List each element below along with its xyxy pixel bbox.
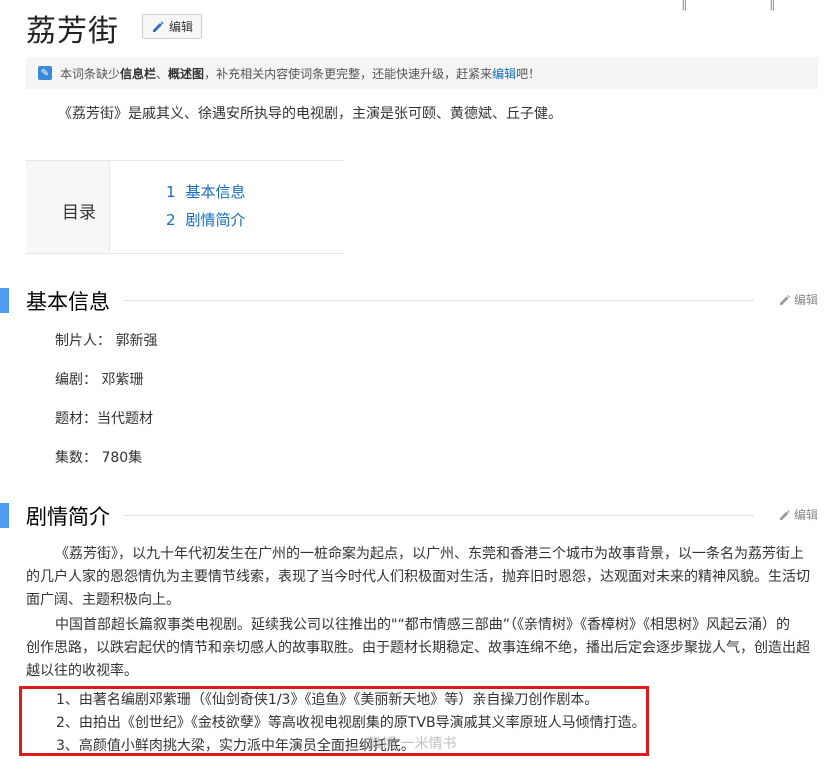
- plot-p2-line: 创作思路，以跌宕起伏的情节和亲切感人的故事取胜。由于题材长期稳定、故事连绵不绝，…: [26, 640, 810, 656]
- section-marker: [0, 503, 9, 528]
- section-edit-label: 编辑: [793, 508, 818, 522]
- highlight-line-3: 3、高颜值小鲜肉挑大梁，实力派中年演员全面担纲托底。: [56, 738, 415, 754]
- toc-item-label: 基本信息: [185, 183, 246, 201]
- plot-paragraph-2: 中国首部超长篇叙事类电视剧。延续我公司以往推出的"“都市情感三部曲”（《亲情树》…: [26, 614, 816, 683]
- plot-p2-line: 越以往的收视率。: [26, 663, 138, 679]
- watermark: 微博 一米情书: [368, 736, 457, 752]
- highlight-line-1: 1、由著名编剧邓紫珊（《仙剑奇侠1/3》《追鱼》《美丽新天地》等）亲自操刀创作剧…: [56, 692, 599, 708]
- info-producer: 制片人： 郭新强: [55, 333, 158, 349]
- section-marker: [0, 288, 9, 313]
- plot-p2-line: 中国首部超长篇叙事类电视剧。延续我公司以往推出的"“都市情感三部曲”（《亲情树》…: [55, 617, 790, 633]
- section-title-basic-info: 基本信息: [26, 290, 110, 314]
- toc-item-num: 1: [166, 183, 176, 201]
- section-edit-label: 编辑: [793, 293, 818, 307]
- notice-missing-infobox: 信息栏: [120, 66, 157, 81]
- page-title: 荔芳街: [26, 14, 119, 49]
- notice-middle: ，补充相关内容使词条更完整，还能快速升级，赶紧来: [204, 66, 493, 81]
- section-divider: [124, 515, 754, 516]
- info-genre: 题材：当代题材: [55, 411, 153, 427]
- pencil-icon: [152, 20, 164, 32]
- plot-p1-line: 的几户人家的恩怨情仇为主要情节线索，表现了当今时代人们积极面对生活，抛弃旧时恩怨…: [26, 569, 810, 585]
- toc-item-label: 剧情简介: [185, 211, 246, 229]
- top-toolbar-fragment: ⌒ ‖: [664, 0, 688, 11]
- pencil-icon: [779, 294, 790, 305]
- info-episodes: 集数： 780集: [55, 450, 143, 466]
- plot-p1-line: 面广阔、主题积极向上。: [26, 592, 180, 608]
- edit-button-label: 编辑: [168, 20, 193, 34]
- plot-paragraph-1: 《荔芳街》，以九十年代初发生在广州的一桩命案为起点，以广州、东莞和香港三个城市为…: [26, 543, 816, 612]
- notice-suffix: 吧！: [516, 66, 541, 81]
- info-writer: 编剧： 邓紫珊: [55, 372, 144, 388]
- edit-notice-icon: ✎: [38, 66, 52, 80]
- notice-sep: 、: [156, 66, 169, 81]
- top-toolbar-fragment-2: ⌒ ‖: [752, 0, 776, 11]
- toc-item-num: 2: [166, 211, 176, 229]
- section-title-plot: 剧情简介: [26, 505, 110, 529]
- section-edit-plot[interactable]: 编辑: [779, 506, 818, 523]
- toc-item-plot[interactable]: 2 剧情简介: [166, 209, 246, 230]
- toc-label-box: 目录: [26, 161, 110, 253]
- section-divider: [124, 300, 754, 301]
- highlight-line-2: 2、由拍出《创世纪》《金枝欲孽》等高收视电视剧集的原TVB导演戚其义率原班人马倾…: [56, 715, 646, 731]
- plot-p1-line: 《荔芳街》，以九十年代初发生在广州的一桩命案为起点，以广州、东莞和香港三个城市为…: [55, 546, 804, 562]
- section-edit-basic-info[interactable]: 编辑: [779, 291, 818, 308]
- toc-label: 目录: [62, 203, 96, 223]
- edit-button[interactable]: 编辑: [142, 14, 202, 39]
- toc-item-basic-info[interactable]: 1 基本信息: [166, 181, 246, 202]
- notice-bar: ✎ 本词条缺少 信息栏、概述图 ，补充相关内容使词条更完整，还能快速升级，赶紧来 编辑…: [26, 57, 818, 89]
- table-of-contents: 目录 1 基本信息 2 剧情简介: [26, 160, 344, 254]
- summary-text: 《荔芳街》是戚其义、徐遇安所执导的电视剧，主演是张可颐、黄德斌、丘子健。: [58, 106, 562, 122]
- notice-missing-overview-image: 概述图: [168, 66, 205, 81]
- pencil-icon: [779, 509, 790, 520]
- notice-prefix: 本词条缺少: [60, 66, 121, 81]
- notice-edit-link[interactable]: 编辑: [492, 65, 516, 82]
